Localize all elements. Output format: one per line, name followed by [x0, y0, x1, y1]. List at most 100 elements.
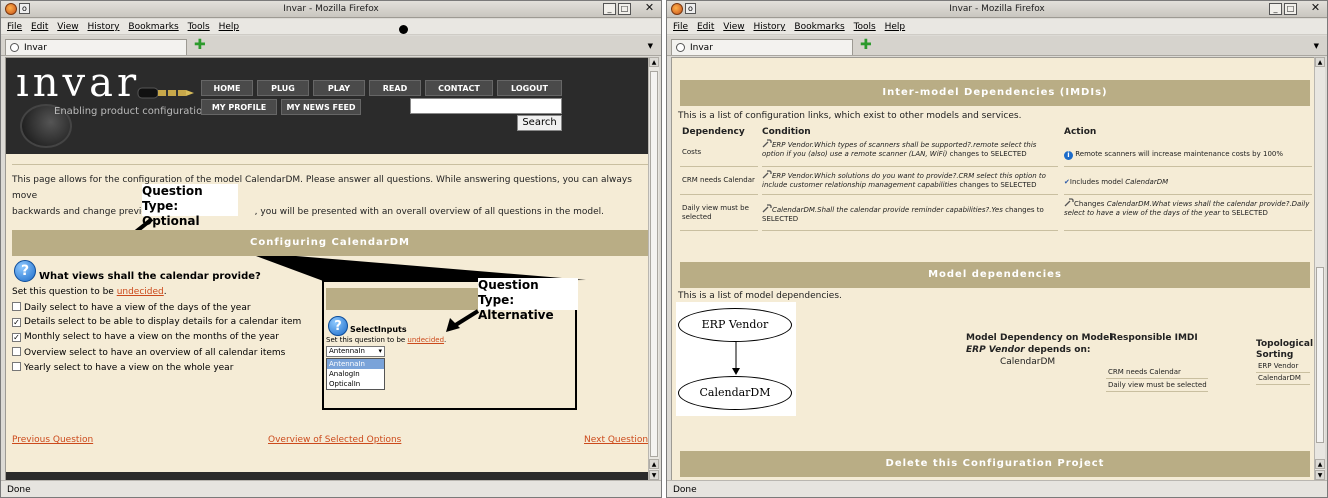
overview-link[interactable]: Overview of Selected Options: [268, 435, 401, 445]
option-daily[interactable]: Daily select to have a view of the days …: [12, 302, 251, 313]
menu-help[interactable]: Help: [885, 22, 906, 32]
nav-home[interactable]: HOME: [201, 80, 253, 96]
checkbox-yearly[interactable]: [12, 362, 21, 371]
tab-list-icon[interactable]: ▼: [648, 42, 653, 50]
col-header-responsible-imdi: Responsible IMDI: [1110, 333, 1198, 343]
menu-bookmarks[interactable]: Bookmarks: [128, 22, 178, 32]
imdi-dependency-costs: Costs: [682, 148, 702, 156]
scroll-thumb[interactable]: [650, 71, 658, 457]
row-divider: [680, 230, 758, 231]
menu-history[interactable]: History: [87, 22, 119, 32]
dropdown-option-opticalin[interactable]: OpticalIn: [327, 379, 384, 389]
nav-my-profile[interactable]: MY PROFILE: [201, 99, 277, 115]
row-divider: [1106, 378, 1208, 379]
undecided-link[interactable]: undecided: [117, 287, 164, 297]
inset-undecided-link[interactable]: undecided: [407, 336, 444, 344]
maximize-button[interactable]: □: [1284, 3, 1297, 15]
delete-project-button[interactable]: Delete this Configuration Project: [680, 451, 1310, 477]
menu-file[interactable]: File: [673, 22, 688, 32]
nav-my-news-feed[interactable]: MY NEWS FEED: [281, 99, 361, 115]
close-button[interactable]: ✕: [643, 2, 656, 15]
divider: [12, 164, 648, 165]
close-button[interactable]: ✕: [1309, 2, 1322, 15]
nav-plug[interactable]: PLUG: [257, 80, 309, 96]
row-divider: [1256, 372, 1310, 373]
nav-contact[interactable]: CONTACT: [425, 80, 493, 96]
menu-view[interactable]: View: [723, 22, 744, 32]
nav-read[interactable]: READ: [369, 80, 421, 96]
sorting-calendardm: CalendarDM: [1258, 374, 1301, 382]
minimize-button[interactable]: _: [1269, 3, 1282, 15]
inputs-select[interactable]: AntennaIn ▾: [326, 346, 385, 357]
col-header-sorting: Sorting: [1256, 350, 1294, 360]
window-title: Invar - Mozilla Firefox: [283, 4, 379, 14]
checkbox-daily[interactable]: [12, 302, 21, 311]
option-overview[interactable]: Overview select to have an overview of a…: [12, 347, 285, 358]
question-icon: ?: [14, 260, 36, 282]
menu-tools[interactable]: Tools: [188, 22, 210, 32]
vertical-scrollbar[interactable]: ▲ ▲ ▼: [648, 57, 659, 481]
site-tagline: Enabling product configuration: [54, 106, 209, 117]
search-input[interactable]: [410, 98, 562, 114]
col-header-action: Action: [1064, 127, 1097, 137]
menu-bookmarks[interactable]: Bookmarks: [794, 22, 844, 32]
col-header-model: Model: [966, 333, 997, 343]
nav-play[interactable]: PLAY: [313, 80, 365, 96]
checkbox-overview[interactable]: [12, 347, 21, 356]
checkbox-monthly[interactable]: ✓: [12, 333, 21, 342]
nav-logout[interactable]: LOGOUT: [497, 80, 562, 96]
imdi-dependency-crm: CRM needs Calendar: [682, 176, 755, 184]
scroll-down-icon[interactable]: ▼: [649, 470, 659, 480]
question-title: What views shall the calendar provide?: [39, 271, 261, 282]
browser-tab[interactable]: Invar: [5, 39, 187, 55]
tab-label: Invar: [690, 43, 713, 53]
info-icon: i: [1064, 151, 1073, 160]
imdi-condition-crm: ERP Vendor.Which solutions do you want t…: [762, 170, 1046, 189]
maximize-button[interactable]: □: [618, 3, 631, 15]
chevron-down-icon: ▾: [378, 347, 382, 355]
col-header-dependency: Dependency: [682, 127, 745, 137]
vertical-scrollbar[interactable]: ▲ ▲ ▼: [1314, 57, 1325, 481]
col-header-condition: Condition: [762, 127, 811, 137]
section-header-imdi: Inter-model Dependencies (IMDIs): [680, 80, 1310, 106]
menu-help[interactable]: Help: [219, 22, 240, 32]
scroll-up-icon[interactable]: ▲: [1315, 459, 1325, 469]
row-divider: [1064, 194, 1312, 195]
scroll-thumb[interactable]: [1316, 267, 1324, 443]
menu-edit[interactable]: Edit: [31, 22, 48, 32]
col-header-dependency-on-model: Dependency on Model: [1000, 333, 1113, 343]
imdi-dependency-daily: Daily view must be selected: [682, 204, 749, 221]
scroll-up-icon[interactable]: ▲: [649, 459, 659, 469]
imdi-action-daily: Changes CalendarDM.What views shall the …: [1064, 198, 1310, 217]
option-details[interactable]: ✓ Details select to be able to display de…: [12, 317, 301, 327]
scroll-up-icon[interactable]: ▲: [649, 57, 659, 67]
section-header-model-dependencies: Model dependencies: [680, 262, 1310, 288]
site-logo[interactable]: ınvar: [16, 60, 140, 106]
scroll-up-icon[interactable]: ▲: [1315, 57, 1325, 67]
tab-bar: Invar ✚ ▼: [1, 36, 661, 56]
option-monthly[interactable]: ✓ Monthly select to have a view on the mo…: [12, 332, 279, 342]
scroll-down-icon[interactable]: ▼: [1315, 470, 1325, 480]
search-button[interactable]: Search: [517, 115, 562, 131]
dropdown-option-antennain[interactable]: AntennaIn: [327, 359, 384, 369]
checkbox-details[interactable]: ✓: [12, 318, 21, 327]
page-favicon-icon: [676, 43, 685, 52]
next-question-link[interactable]: Next Question: [584, 435, 648, 445]
row-divider: [1064, 230, 1312, 231]
question-icon: ?: [328, 316, 348, 336]
menu-view[interactable]: View: [57, 22, 78, 32]
browser-tab[interactable]: Invar: [671, 39, 853, 55]
menu-tools[interactable]: Tools: [854, 22, 876, 32]
new-tab-icon[interactable]: ✚: [194, 38, 206, 52]
menu-edit[interactable]: Edit: [697, 22, 714, 32]
dropdown-option-analogin[interactable]: AnalogIn: [327, 369, 384, 379]
intro-text: This page allows for the configuration o…: [12, 175, 632, 217]
previous-question-link[interactable]: Previous Question: [12, 435, 93, 445]
new-tab-icon[interactable]: ✚: [860, 38, 872, 52]
option-yearly[interactable]: Yearly select to have a view on the whol…: [12, 362, 233, 373]
menu-history[interactable]: History: [753, 22, 785, 32]
menu-file[interactable]: File: [7, 22, 22, 32]
minimize-button[interactable]: _: [603, 3, 616, 15]
tab-list-icon[interactable]: ▼: [1314, 42, 1319, 50]
row-divider: [762, 230, 1058, 231]
